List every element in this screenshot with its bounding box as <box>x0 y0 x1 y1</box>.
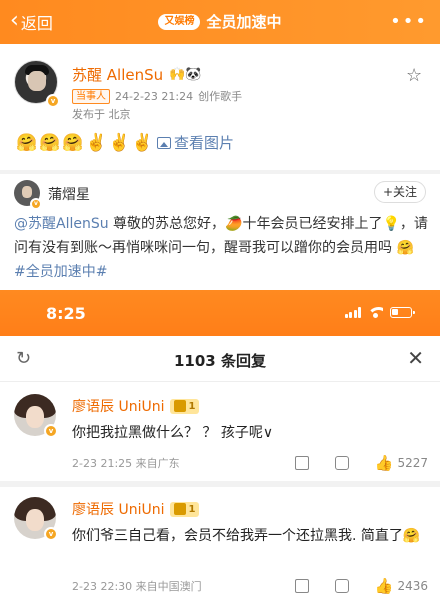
view-images-label: 查看图片 <box>174 134 235 152</box>
comment-text: 你们爷三自己看，会员不给我弄一个还拉黑我. 简直了🤗 <box>72 528 421 544</box>
commenter-name-text: 廖语辰 UniUni <box>72 502 165 518</box>
status-time: 8:25 <box>46 304 86 323</box>
mention-link[interactable]: @苏醒AllenSu <box>14 216 109 232</box>
like-count: 5227 <box>397 456 428 470</box>
topic-badge: 又娱榜 <box>158 13 201 30</box>
sheet-title: 1103 条回复 <box>174 352 266 370</box>
thumbs-up-icon: 👍 <box>374 577 394 595</box>
verified-badge-icon: v <box>44 527 58 541</box>
emoji: ✌️ <box>131 132 154 153</box>
emoji: 🤗 <box>62 132 84 153</box>
emoji: 🤗 <box>16 132 38 153</box>
share-icon <box>294 456 309 470</box>
commenter-name-text: 廖语辰 UniUni <box>72 399 165 415</box>
crown-icon <box>174 400 187 412</box>
crown-icon <box>174 503 187 515</box>
level-badge-value: 1 <box>188 400 196 412</box>
comment-time: 2-23 22:30 来自中国澳门 <box>72 580 202 593</box>
role-tag: 当事人 <box>72 88 110 104</box>
verified-badge-icon: v <box>44 424 58 438</box>
comment-footer: 2-23 21:25 来自广东 👍 5227 <box>72 454 428 472</box>
post-meta: 当事人 24-2-23 21:24 创作歌手 <box>72 88 242 104</box>
battery-icon <box>390 307 415 318</box>
hashtag-link[interactable]: #全员加速中# <box>14 264 107 280</box>
wifi-icon <box>368 307 383 318</box>
post-content: 🤗 🤗 🤗 ✌️ ✌️ ✌️ 查看图片 <box>16 132 234 153</box>
like-count: 2436 <box>397 579 428 593</box>
more-options-icon[interactable]: ••• <box>390 11 428 32</box>
reply-card: v 蒲熠星 +关注 @苏醒AllenSu 尊敬的苏总您好，🥭十年会员已经安排上了… <box>0 174 440 290</box>
status-icons <box>344 307 415 318</box>
level-badge: 1 <box>170 501 200 517</box>
share-icon <box>294 579 309 593</box>
thumbs-up-icon: 👍 <box>374 454 394 472</box>
topic-title: 全员加速中 <box>206 13 282 31</box>
commenter-name[interactable]: 廖语辰 UniUni 1 <box>72 396 200 416</box>
level-badge: 1 <box>170 398 200 414</box>
emoji: 🤗 <box>39 132 61 153</box>
comment-time: 2-23 21:25 来自广东 <box>72 457 180 470</box>
post-author[interactable]: 苏醒 AllenSu 🙌🐼 <box>72 64 202 85</box>
top-bar: ‹ 返回 又娱榜 全员加速中 ••• <box>0 0 440 44</box>
emoji: ✌️ <box>85 132 107 153</box>
comment-icon <box>334 456 349 470</box>
post-location: 发布于 北京 <box>72 108 131 121</box>
post-author-name: 苏醒 AllenSu <box>72 66 164 84</box>
sheet-header: ↻ 1103 条回复 ✕ <box>0 336 440 382</box>
signal-icon <box>344 307 361 318</box>
name-emojis: 🙌🐼 <box>169 67 202 82</box>
replies-sheet: ↻ 1103 条回复 ✕ v 廖语辰 UniUni 1 你把我拉黑做什么？ ？ … <box>0 336 440 599</box>
original-post: v 苏醒 AllenSu 🙌🐼 当事人 24-2-23 21:24 创作歌手 发… <box>0 44 440 168</box>
comment-text: 你把我拉黑做什么？ ？ 孩子呢∨ <box>72 425 274 441</box>
emoji: ✌️ <box>108 132 130 153</box>
reply-button[interactable] <box>334 456 349 470</box>
share-button[interactable] <box>294 579 309 593</box>
topic-header[interactable]: 又娱榜 全员加速中 <box>0 11 440 32</box>
verified-badge-icon: v <box>46 94 60 108</box>
like-button[interactable]: 👍 2436 <box>375 577 428 595</box>
follow-button[interactable]: +关注 <box>373 181 426 203</box>
post-subtitle: 创作歌手 <box>198 90 243 103</box>
image-icon <box>157 136 172 149</box>
reply-button[interactable] <box>334 579 349 593</box>
verified-badge-icon: v <box>30 198 42 210</box>
star-icon[interactable]: ☆ <box>406 66 426 86</box>
post-time: 24-2-23 21:24 <box>115 89 194 103</box>
comment-item: v 廖语辰 UniUni 1 你把我拉黑做什么？ ？ 孩子呢∨ 2-23 21:… <box>0 384 440 480</box>
reply-author-name[interactable]: 蒲熠星 <box>48 184 90 204</box>
comment-icon <box>334 579 349 593</box>
commenter-name[interactable]: 廖语辰 UniUni 1 <box>72 499 200 519</box>
reply-text: @苏醒AllenSu 尊敬的苏总您好，🥭十年会员已经安排上了💡，请问有没有到账～… <box>14 212 428 284</box>
close-icon[interactable]: ✕ <box>407 348 424 368</box>
share-button[interactable] <box>294 456 309 470</box>
comment-item: v 廖语辰 UniUni 1 你们爷三自己看，会员不给我弄一个还拉黑我. 简直了… <box>0 487 440 599</box>
view-images-link[interactable]: 查看图片 <box>157 132 234 153</box>
comment-footer: 2-23 22:30 来自中国澳门 👍 2436 <box>72 577 428 595</box>
level-badge-value: 1 <box>188 503 196 515</box>
like-button[interactable]: 👍 5227 <box>375 454 428 472</box>
status-bar: 8:25 <box>0 290 440 336</box>
